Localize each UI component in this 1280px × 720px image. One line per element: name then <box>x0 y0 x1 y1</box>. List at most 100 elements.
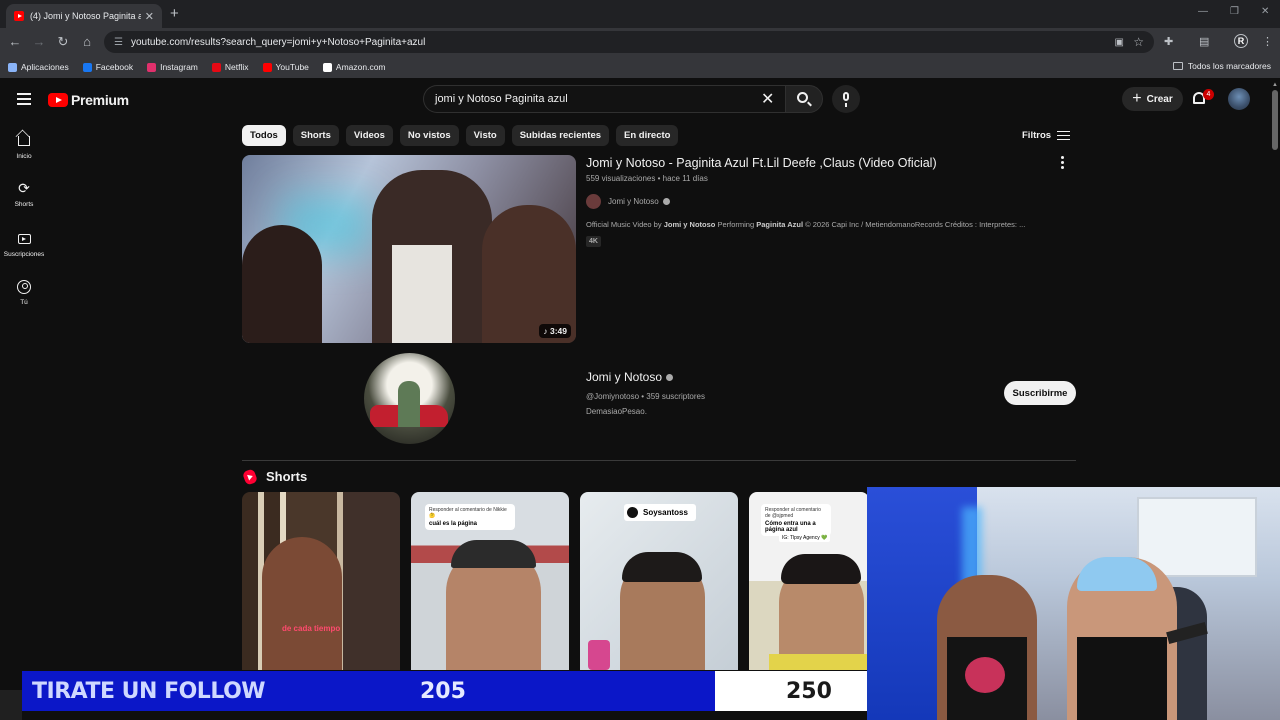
back-icon[interactable]: ← <box>7 34 23 49</box>
chip-todos[interactable]: Todos <box>242 125 286 146</box>
close-tab-icon[interactable]: ✕ <box>145 10 154 23</box>
youtube-logo[interactable]: Premium <box>48 92 129 108</box>
browser-profile-avatar[interactable]: R <box>1234 34 1248 48</box>
side-panel-icon[interactable]: ▤ <box>1199 35 1209 48</box>
short-card[interactable]: de cada tiempo <box>242 492 400 670</box>
bookmark-star-icon[interactable]: ☆ <box>1133 35 1144 49</box>
voice-search-button[interactable] <box>832 85 860 113</box>
new-tab-icon[interactable]: + <box>170 5 179 22</box>
youtube-favicon-icon <box>14 11 24 21</box>
browser-toolbar: ← → ↻ ⌂ ☰ youtube.com/results?search_que… <box>0 28 1280 56</box>
bookmark-favicon-icon <box>82 62 92 72</box>
bookmark-favicon-icon <box>211 62 221 72</box>
video-duration: ♪ 3:49 <box>539 324 571 338</box>
you-icon <box>17 280 31 294</box>
page-scrollbar[interactable]: ▲ <box>1270 82 1280 487</box>
home-browser-icon[interactable]: ⌂ <box>79 34 95 49</box>
search-query: jomi y Notoso Paginita azul <box>435 93 568 105</box>
divider <box>242 460 1076 461</box>
guide-item-inicio[interactable]: Inicio <box>0 131 48 160</box>
bookmark-label: Netflix <box>224 62 249 72</box>
shorts-icon: ⟳ <box>18 180 30 196</box>
short-card[interactable]: Responder al comentario de Nikkie 🤔 cuál… <box>411 492 569 670</box>
webcam-overlay <box>867 487 1280 720</box>
microphone-icon <box>843 92 849 107</box>
shorts-heading: Shorts <box>241 467 308 486</box>
sliders-icon <box>1057 130 1071 141</box>
bookmark-favicon-icon <box>147 62 157 72</box>
reload-icon[interactable]: ↻ <box>55 34 71 50</box>
scrollbar-thumb[interactable] <box>1272 90 1278 150</box>
guide-label: Suscripciones <box>3 251 45 258</box>
forward-icon[interactable]: → <box>31 34 47 49</box>
bookmark-aplicaciones[interactable]: Aplicaciones <box>8 62 69 72</box>
account-avatar[interactable] <box>1228 88 1250 110</box>
video-thumbnail[interactable]: ♪ 3:49 <box>242 155 576 343</box>
channel-mini-avatar[interactable] <box>586 194 601 209</box>
guide-label: Tú <box>20 299 28 306</box>
all-bookmarks-label: Todos los marcadores <box>1187 61 1271 71</box>
video-title[interactable]: Jomi y Notoso - Paginita Azul Ft.Lil Dee… <box>586 156 937 170</box>
plus-icon: + <box>1132 90 1142 107</box>
bookmark-amazon-com[interactable]: Amazon.com <box>322 62 386 72</box>
browser-menu-icon[interactable]: ⋮ <box>1262 35 1273 48</box>
create-button[interactable]: + Crear <box>1122 87 1183 111</box>
bookmark-label: Amazon.com <box>335 62 386 72</box>
guide-menu-icon[interactable] <box>17 93 31 108</box>
short-caption: de cada tiempo <box>282 624 341 633</box>
short-tag: IG: Tlpsy Agency 💚 <box>779 534 831 542</box>
guide-item-tu[interactable]: Tú <box>0 280 48 306</box>
bookmark-netflix[interactable]: Netflix <box>211 62 249 72</box>
logo-text: Premium <box>71 92 129 108</box>
folder-icon <box>1172 62 1183 70</box>
minimize-icon[interactable]: — <box>1198 6 1208 17</box>
video-channel[interactable]: Jomi y Notoso <box>586 194 670 209</box>
all-bookmarks-button[interactable]: Todos los marcadores <box>1172 61 1271 71</box>
site-info-icon[interactable]: ☰ <box>114 37 123 48</box>
short-badge: Soysantoss <box>624 504 696 521</box>
follow-goal-count: 250 <box>786 679 832 704</box>
browser-tabstrip: (4) Jomi y Notoso Paginita azul ✕ + — ❐ … <box>0 0 1280 28</box>
channel-name-row[interactable]: Jomi y Notoso <box>586 370 674 384</box>
clear-search-icon[interactable]: ✕ <box>761 89 774 109</box>
chip-shorts[interactable]: Shorts <box>292 125 339 146</box>
filters-label: Filtros <box>1022 130 1052 141</box>
bookmark-label: Aplicaciones <box>21 62 69 72</box>
chip-en-directo[interactable]: En directo <box>616 125 679 146</box>
bookmark-instagram[interactable]: Instagram <box>147 62 198 72</box>
guide-item-shorts[interactable]: ⟳ Shorts <box>0 181 48 208</box>
extensions-icon[interactable]: ✚ <box>1164 35 1173 48</box>
bookmark-label: Instagram <box>160 62 198 72</box>
browser-tab[interactable]: (4) Jomi y Notoso Paginita azul ✕ <box>6 4 162 28</box>
channel-name[interactable]: Jomi y Notoso <box>586 370 662 384</box>
verified-icon <box>666 373 674 381</box>
shorts-title: Shorts <box>266 469 308 484</box>
short-card[interactable]: Responder al comentario de @sjpmed Cómo … <box>749 492 869 670</box>
short-card[interactable]: Soysantoss <box>580 492 738 670</box>
video-channel-name[interactable]: Jomi y Notoso <box>608 197 659 206</box>
bookmark-youtube[interactable]: YouTube <box>262 62 309 72</box>
follow-current-count: 205 <box>420 679 466 704</box>
guide-item-suscripciones[interactable]: Suscripciones <box>0 230 48 258</box>
scroll-up-icon[interactable]: ▲ <box>1272 82 1278 88</box>
install-app-icon[interactable]: ▣ <box>1115 37 1124 48</box>
channel-description: DemasiaoPesao. <box>586 407 647 416</box>
chip-no-vistos[interactable]: No vistos <box>399 125 459 146</box>
guide-label: Shorts <box>14 201 34 208</box>
bookmark-facebook[interactable]: Facebook <box>82 62 133 72</box>
chip-subidas-recientes[interactable]: Subidas recientes <box>511 125 610 146</box>
bookmarks-bar: Aplicaciones Facebook Instagram Netflix YouT… <box>0 56 1280 78</box>
maximize-icon[interactable]: ❐ <box>1230 6 1239 17</box>
window-close-icon[interactable]: ✕ <box>1261 6 1269 17</box>
subscribe-button[interactable]: Suscribirme <box>1004 381 1076 405</box>
chip-visto[interactable]: Visto <box>465 125 505 146</box>
address-bar[interactable]: ☰ youtube.com/results?search_query=jomi+… <box>104 31 1154 53</box>
channel-avatar[interactable] <box>364 353 455 444</box>
filter-chips: Todos Shorts Videos No vistos Visto Subi… <box>242 125 685 146</box>
follow-goal-text: TIRATE UN FOLLOW <box>32 679 266 704</box>
filters-button[interactable]: Filtros <box>1022 130 1071 141</box>
more-actions-icon[interactable] <box>1058 156 1066 171</box>
search-input[interactable]: jomi y Notoso Paginita azul <box>423 85 785 113</box>
search-button[interactable] <box>785 85 823 113</box>
chip-videos[interactable]: Videos <box>345 125 393 146</box>
